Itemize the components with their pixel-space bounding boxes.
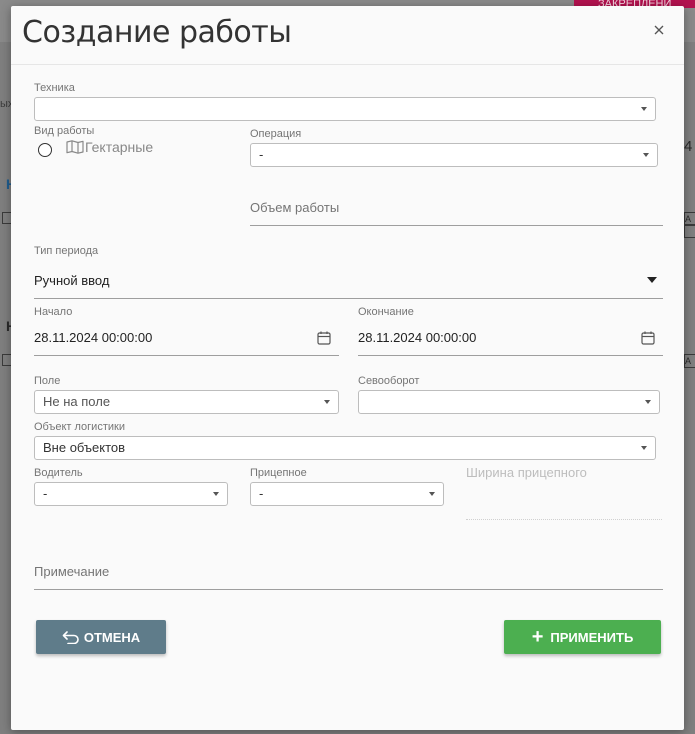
close-icon[interactable] <box>651 22 667 38</box>
obem-raboty-placeholder: Объем работы <box>250 200 340 215</box>
gektarnye-label: Гектарные <box>85 139 154 155</box>
plus-icon: + <box>531 626 544 648</box>
operatsiya-label: Операция <box>250 128 302 140</box>
pritsepnoe-select[interactable]: - <box>250 482 444 506</box>
dialog-title: Создание работы <box>22 15 292 50</box>
calendar-icon[interactable] <box>641 331 655 345</box>
obem-raboty-input[interactable] <box>250 225 663 226</box>
tip-perioda-value: Ручной ввод <box>34 273 110 288</box>
apply-button[interactable]: + ПРИМЕНИТЬ <box>504 620 661 654</box>
voditel-label: Водитель <box>34 467 83 479</box>
nachalo-input[interactable] <box>34 355 339 356</box>
chevron-down-icon <box>641 446 647 450</box>
okonchanie-value: 28.11.2024 00:00:00 <box>358 330 477 345</box>
primechanie-placeholder: Примечание <box>34 564 110 579</box>
chevron-down-icon <box>213 492 219 496</box>
background-digit: 4 <box>684 138 693 155</box>
caret-down-icon <box>647 277 657 283</box>
tip-perioda-select[interactable] <box>34 298 663 299</box>
background-box-letter: А <box>684 354 695 368</box>
shirina-pritsepnogo-placeholder: Ширина прицепного <box>466 465 587 480</box>
okonchanie-input[interactable] <box>358 355 663 356</box>
nachalo-label: Начало <box>34 306 73 318</box>
chevron-down-icon <box>643 153 649 157</box>
chevron-down-icon <box>641 107 647 111</box>
okonchanie-label: Окончание <box>358 306 414 318</box>
shirina-pritsepnogo-input <box>466 519 662 520</box>
sevooborot-label: Севооборот <box>358 375 420 387</box>
dialog-header: Создание работы <box>11 6 684 65</box>
voditel-select[interactable]: - <box>34 482 228 506</box>
pole-select[interactable]: Не на поле <box>34 390 339 414</box>
map-icon <box>66 140 84 154</box>
pritsepnoe-label: Прицепное <box>250 467 307 479</box>
tip-perioda-label: Тип периода <box>34 245 99 257</box>
sevooborot-select[interactable] <box>358 390 660 414</box>
create-work-dialog: Создание работы Техника Вид работы Гекта… <box>11 6 684 730</box>
chevron-down-icon <box>324 400 330 404</box>
pole-label: Поле <box>34 375 61 387</box>
gektarnye-radio[interactable] <box>38 143 52 157</box>
cancel-button-label: ОТМЕНА <box>83 629 141 645</box>
obekt-logistiki-select[interactable]: Вне объектов <box>34 436 656 460</box>
cancel-button[interactable]: ОТМЕНА <box>36 620 166 654</box>
nachalo-value: 28.11.2024 00:00:00 <box>34 330 153 345</box>
background-box <box>684 224 695 238</box>
chevron-down-icon <box>429 492 435 496</box>
apply-button-label: ПРИМЕНИТЬ <box>550 629 634 645</box>
calendar-icon[interactable] <box>317 331 331 345</box>
primechanie-input[interactable] <box>34 589 663 590</box>
undo-icon <box>62 631 79 644</box>
tehnika-select[interactable] <box>34 97 656 121</box>
operatsiya-select[interactable]: - <box>250 143 658 167</box>
vid-raboty-label: Вид работы <box>34 125 95 137</box>
chevron-down-icon <box>645 400 651 404</box>
tehnika-label: Техника <box>34 82 75 94</box>
obekt-logistiki-label: Объект логистики <box>34 421 125 433</box>
